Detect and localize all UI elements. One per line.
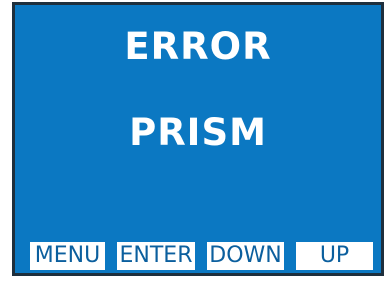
error-message: PRISM: [129, 111, 267, 154]
enter-softkey[interactable]: ENTER: [117, 242, 195, 270]
error-title: ERROR: [124, 25, 272, 68]
up-softkey[interactable]: UP: [296, 242, 373, 270]
device-display-screen: ERROR PRISM MENU ENTER DOWN UP: [12, 2, 384, 276]
menu-softkey[interactable]: MENU: [30, 242, 105, 270]
down-softkey[interactable]: DOWN: [207, 242, 284, 270]
